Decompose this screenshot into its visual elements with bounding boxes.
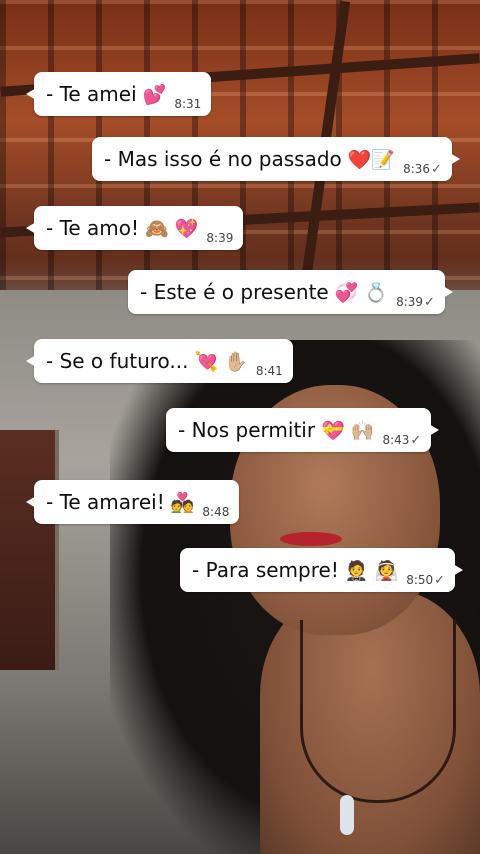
message-time: 8:41 xyxy=(255,364,283,378)
message-text: - Para sempre! xyxy=(192,558,339,582)
message-emoji: ❤️📝 xyxy=(347,148,396,171)
message-emoji: 💝 🙌🏼 xyxy=(321,419,375,442)
message-time: 8:31 xyxy=(174,97,202,111)
message-bubble[interactable]: - Te amo! 🙈 💖 8:39 xyxy=(25,206,244,250)
read-check-icon: ✓ xyxy=(410,433,422,448)
message-time: 8:43 xyxy=(382,433,410,447)
lips xyxy=(280,532,342,546)
message-text: - Nos permitir xyxy=(178,418,316,442)
message-text: - Te amarei! xyxy=(46,490,165,514)
message-time: 8:36 xyxy=(403,162,431,176)
read-check-icon: ✓ xyxy=(424,295,435,310)
message-text: - Te amei xyxy=(46,82,137,106)
necklace-pendant xyxy=(340,795,354,835)
message-text: - Te amo! xyxy=(46,216,140,240)
doorway xyxy=(0,430,59,670)
necklace xyxy=(300,620,456,803)
message-time: 8:48 xyxy=(202,505,230,519)
message-bubble[interactable]: - Mas isso é no passado ❤️📝 8:36 ✓ xyxy=(92,137,460,181)
message-bubble[interactable]: - Se o futuro... 💘 ✋🏼 8:41 xyxy=(26,339,293,383)
message-emoji: 🤵 👰 xyxy=(344,559,399,582)
message-text: - Este é o presente xyxy=(140,280,329,304)
message-time: 8:50 xyxy=(406,573,434,587)
message-time: 8:39 xyxy=(206,231,234,245)
message-emoji: 💘 ✋🏼 xyxy=(194,350,248,373)
message-text: - Mas isso é no passado xyxy=(104,147,342,171)
message-emoji: 🙈 💖 xyxy=(145,217,199,240)
message-bubble[interactable]: - Nos permitir 💝 🙌🏼 8:43 ✓ xyxy=(166,408,440,452)
message-text: - Se o futuro... xyxy=(46,349,189,373)
message-emoji: 💑 xyxy=(170,491,195,514)
message-bubble[interactable]: - Para sempre! 🤵 👰 8:50 ✓ xyxy=(180,548,464,592)
message-time: 8:39 xyxy=(396,295,424,309)
message-bubble[interactable]: - Este é o presente 💞 💍 8:39 ✓ xyxy=(128,270,453,314)
photo-background: - Te amei 💕 8:31 - Mas isso é no passado… xyxy=(0,0,480,854)
read-check-icon: ✓ xyxy=(434,573,446,588)
message-emoji: 💕 xyxy=(142,83,167,106)
message-bubble[interactable]: - Te amarei! 💑 8:48 xyxy=(25,480,240,524)
message-emoji: 💞 💍 xyxy=(334,281,389,304)
read-check-icon: ✓ xyxy=(431,162,442,177)
message-bubble[interactable]: - Te amei 💕 8:31 xyxy=(25,72,212,116)
